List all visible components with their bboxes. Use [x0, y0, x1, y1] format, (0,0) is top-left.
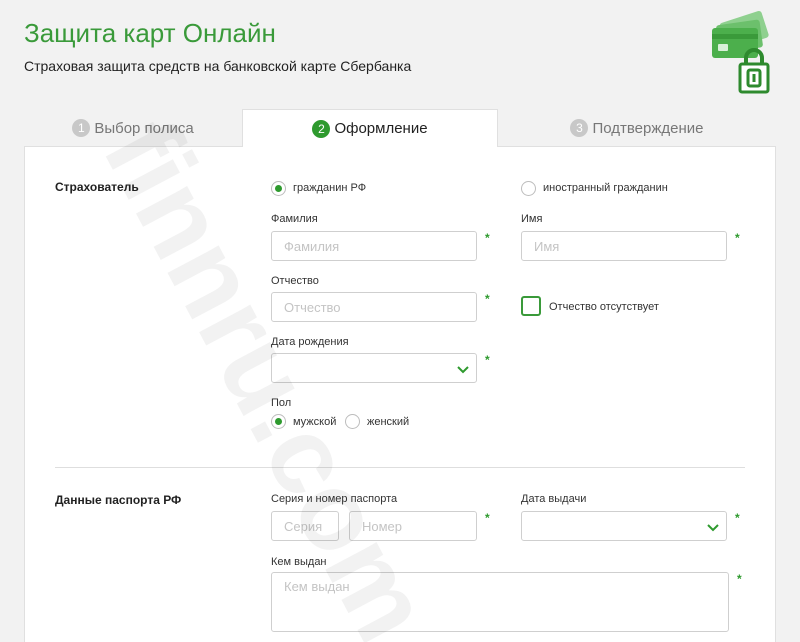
form-panel: Страхователь гражданин РФ иностранный гр… [24, 146, 776, 642]
field-label-patronymic: Отчество [271, 275, 319, 287]
tab-policy-selection[interactable]: 1 Выбор полиса [24, 110, 242, 146]
issued-by-textarea[interactable] [271, 572, 729, 632]
tab-registration[interactable]: 2 Оформление [242, 109, 498, 147]
section-divider [55, 467, 745, 468]
required-mark: * [485, 292, 490, 306]
tab-label: Подтверждение [592, 119, 704, 137]
step-number-badge: 2 [312, 119, 331, 138]
field-label-gender: Пол [271, 397, 292, 409]
field-label-issue-date: Дата выдачи [521, 493, 587, 505]
field-label-name: Имя [521, 213, 543, 225]
radio-label: гражданин РФ [293, 182, 367, 194]
name-input[interactable] [521, 231, 727, 261]
radio-gender-female[interactable] [345, 414, 360, 429]
required-mark: * [485, 231, 490, 245]
birth-date-select[interactable] [271, 353, 477, 383]
radio-russian-citizen[interactable] [271, 181, 286, 196]
field-label-surname: Фамилия [271, 213, 318, 225]
passport-number-input[interactable] [349, 511, 477, 541]
page-title: Защита карт Онлайн [24, 18, 276, 48]
radio-label: иностранный гражданин [543, 182, 668, 194]
radio-gender-male[interactable] [271, 414, 286, 429]
no-patronymic-checkbox[interactable] [521, 296, 541, 316]
patronymic-input[interactable] [271, 292, 477, 322]
radio-foreign-citizen[interactable] [521, 181, 536, 196]
section-label-insured: Страхователь [55, 180, 139, 194]
checkbox-label: Отчество отсутствует [549, 301, 659, 313]
radio-label: мужской [293, 416, 337, 428]
page-subtitle: Страховая защита средств на банковской к… [24, 58, 412, 74]
surname-input[interactable] [271, 231, 477, 261]
issue-date-select[interactable] [521, 511, 727, 541]
field-label-birth-date: Дата рождения [271, 336, 349, 348]
required-mark: * [735, 511, 740, 525]
chevron-down-icon [707, 524, 719, 532]
passport-series-input[interactable] [271, 511, 339, 541]
step-number-badge: 3 [570, 119, 589, 137]
step-number-badge: 1 [72, 119, 91, 137]
tab-confirmation[interactable]: 3 Подтверждение [498, 110, 776, 146]
field-label-series-number: Серия и номер паспорта [271, 493, 398, 505]
chevron-down-icon [457, 366, 469, 374]
field-label-issued-by: Кем выдан [271, 556, 327, 568]
required-mark: * [485, 353, 490, 367]
required-mark: * [485, 511, 490, 525]
tab-label: Оформление [334, 120, 428, 137]
radio-label: женский [367, 416, 410, 428]
tab-label: Выбор полиса [94, 119, 194, 137]
card-lock-logo-icon [712, 10, 770, 94]
required-mark: * [737, 572, 742, 586]
section-label-passport: Данные паспорта РФ [55, 493, 182, 507]
required-mark: * [735, 231, 740, 245]
